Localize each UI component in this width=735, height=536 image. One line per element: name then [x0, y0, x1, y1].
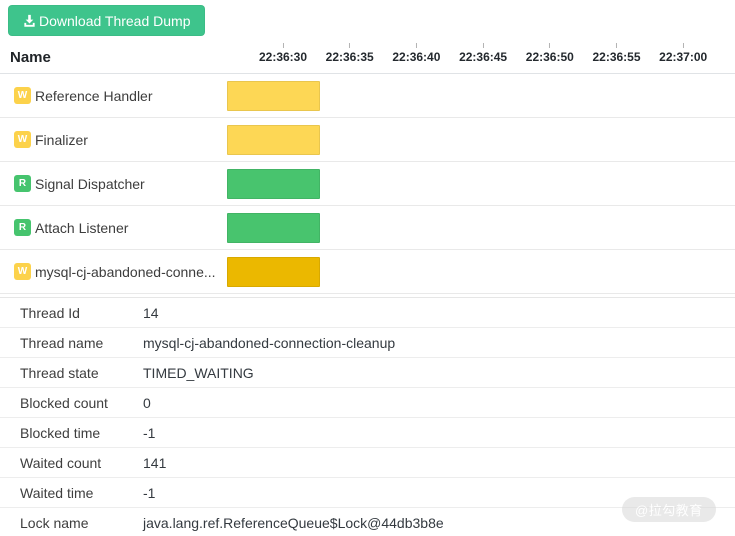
detail-row: Waited count 141: [0, 448, 735, 478]
timeline-tick: 22:36:40: [392, 43, 440, 64]
tick-label: 22:36:45: [459, 50, 507, 64]
tick-mark-icon: [683, 43, 684, 48]
download-button-label: Download Thread Dump: [39, 14, 191, 28]
detail-label: Thread Id: [0, 305, 143, 321]
detail-label: Blocked count: [0, 395, 143, 411]
thread-name-label: Attach Listener: [35, 220, 128, 236]
thread-dump-viewer: Download Thread Dump Name 22:36:30 22:36…: [0, 0, 735, 536]
tick-label: 22:36:35: [326, 50, 374, 64]
detail-label: Thread name: [0, 335, 143, 351]
detail-row: Thread state TIMED_WAITING: [0, 358, 735, 388]
detail-value: mysql-cj-abandoned-connection-cleanup: [143, 335, 395, 351]
timeline-tick: 22:36:45: [459, 43, 507, 64]
thread-state-badge: R: [14, 175, 31, 192]
name-column-header: Name: [10, 49, 51, 66]
tick-label: 22:37:00: [659, 50, 707, 64]
thread-row[interactable]: W Reference Handler: [0, 74, 735, 118]
thread-name-label: mysql-cj-abandoned-conne...: [35, 264, 216, 280]
download-thread-dump-button[interactable]: Download Thread Dump: [8, 5, 205, 36]
timeline-tick: 22:36:35: [326, 43, 374, 64]
detail-value: TIMED_WAITING: [143, 365, 254, 381]
detail-label: Waited time: [0, 485, 143, 501]
tick-mark-icon: [416, 43, 417, 48]
thread-timeline-bar[interactable]: [227, 257, 320, 287]
detail-label: Blocked time: [0, 425, 143, 441]
detail-row: Blocked time -1: [0, 418, 735, 448]
timeline-tick: 22:36:55: [592, 43, 640, 64]
tick-mark-icon: [282, 43, 283, 48]
thread-row[interactable]: R Attach Listener: [0, 206, 735, 250]
thread-timeline-bar[interactable]: [227, 125, 320, 155]
toolbar: Download Thread Dump: [0, 0, 735, 40]
thread-name-label: Finalizer: [35, 132, 88, 148]
detail-value: 141: [143, 455, 166, 471]
tick-mark-icon: [616, 43, 617, 48]
tick-mark-icon: [483, 43, 484, 48]
thread-row[interactable]: R Signal Dispatcher: [0, 162, 735, 206]
detail-label: Waited count: [0, 455, 143, 471]
detail-value: -1: [143, 425, 155, 441]
thread-timeline-bar[interactable]: [227, 169, 320, 199]
thread-name-label: Reference Handler: [35, 88, 153, 104]
detail-row: Blocked count 0: [0, 388, 735, 418]
tick-mark-icon: [549, 43, 550, 48]
detail-row: Thread Id 14: [0, 298, 735, 328]
watermark-text: @拉勾教育: [635, 500, 703, 519]
tick-label: 22:36:55: [592, 50, 640, 64]
timeline-tick: 22:37:00: [659, 43, 707, 64]
detail-value: 14: [143, 305, 159, 321]
download-icon: [22, 13, 37, 28]
timeline-header: Name 22:36:30 22:36:35 22:36:40 22:36:45…: [0, 40, 735, 74]
thread-row[interactable]: W Finalizer: [0, 118, 735, 162]
detail-value: -1: [143, 485, 155, 501]
thread-row[interactable]: W mysql-cj-abandoned-conne...: [0, 250, 735, 294]
detail-label: Lock name: [0, 515, 143, 531]
detail-row: Thread name mysql-cj-abandoned-connectio…: [0, 328, 735, 358]
detail-value: 0: [143, 395, 151, 411]
thread-state-badge: W: [14, 131, 31, 148]
thread-timeline-bar[interactable]: [227, 213, 320, 243]
tick-label: 22:36:30: [259, 50, 307, 64]
thread-state-badge: R: [14, 219, 31, 236]
thread-state-badge: W: [14, 263, 31, 280]
thread-name-label: Signal Dispatcher: [35, 176, 145, 192]
tick-label: 22:36:50: [526, 50, 574, 64]
watermark-badge: @拉勾教育: [622, 497, 716, 522]
thread-timeline-bar[interactable]: [227, 81, 320, 111]
timeline-tick: 22:36:50: [526, 43, 574, 64]
detail-label: Thread state: [0, 365, 143, 381]
timeline-tick: 22:36:30: [259, 43, 307, 64]
detail-value: java.lang.ref.ReferenceQueue$Lock@44db3b…: [143, 515, 444, 531]
tick-mark-icon: [349, 43, 350, 48]
thread-state-badge: W: [14, 87, 31, 104]
tick-label: 22:36:40: [392, 50, 440, 64]
thread-list: W Reference Handler W Finalizer R Signal…: [0, 74, 735, 294]
